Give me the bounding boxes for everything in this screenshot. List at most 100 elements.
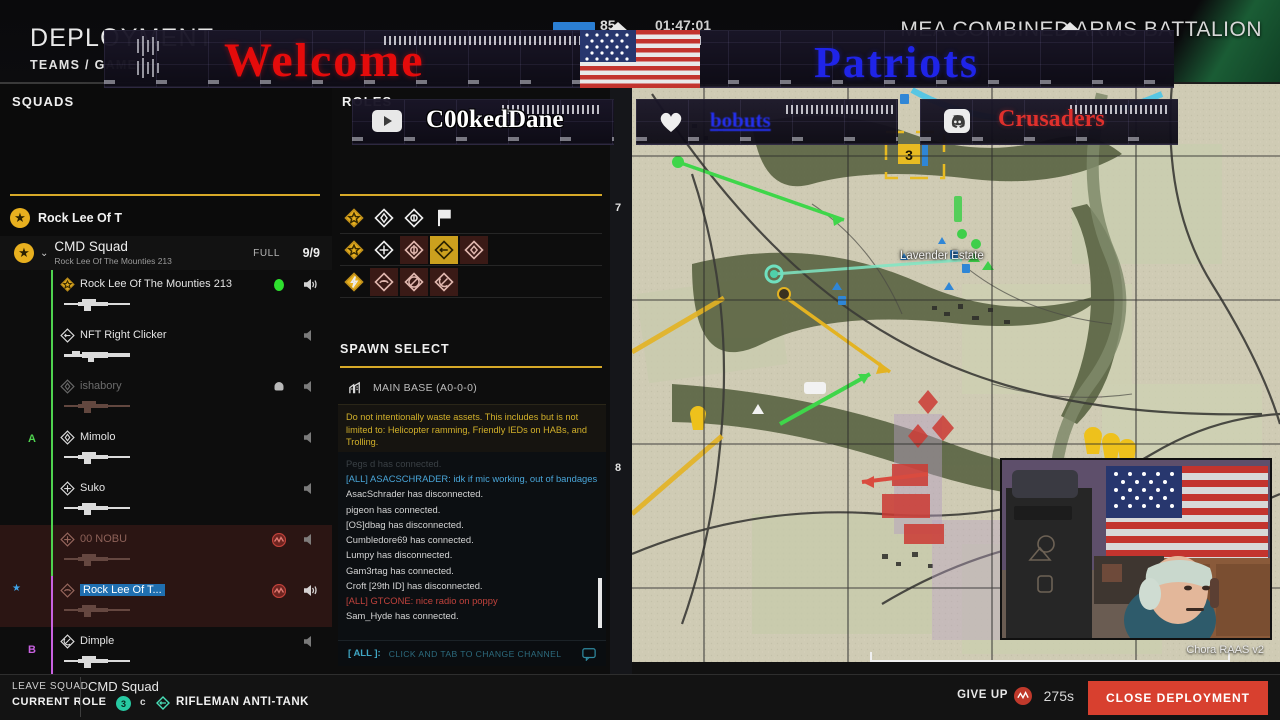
role-option-marksman[interactable] — [400, 235, 428, 264]
crewman-icon — [60, 583, 75, 598]
speaker-icon — [304, 534, 311, 545]
chat-bubble-icon[interactable] — [582, 647, 596, 661]
chat-scrollbar[interactable] — [598, 578, 602, 628]
squad-group-accent — [51, 474, 53, 525]
map-grid-label-8: 8 — [615, 462, 622, 474]
deployment-screen: DEPLOYMENT TEAMS / GAME MEA COMBINED ARM… — [0, 0, 1280, 720]
no-entry-icon — [404, 271, 424, 292]
speaker-active-icon — [304, 279, 317, 290]
launcher-silhouette — [64, 351, 130, 362]
role-option-grenadier[interactable] — [430, 267, 458, 296]
overlay-follow-banner: bobuts — [636, 99, 898, 145]
overlay-follow-name: bobuts — [710, 108, 771, 132]
map-grid-label-7: 7 — [615, 202, 622, 214]
webcam-image — [1002, 460, 1270, 638]
chat-message: [OS]dbag has disconnected. — [346, 518, 464, 530]
chat-message: Gam3rtag has connected. — [346, 564, 454, 576]
role-row — [340, 202, 602, 234]
chat-message: Cumbledore69 has connected. — [346, 534, 474, 546]
rifle-silhouette — [64, 452, 130, 464]
squad-member-row[interactable]: Rock Lee Of T... ★ — [0, 576, 332, 627]
role-option-flag[interactable] — [430, 204, 458, 232]
squad-member-row[interactable]: 00 NOBU — [0, 525, 332, 576]
squad-group-accent — [51, 627, 53, 678]
map-scale-bar — [870, 652, 1230, 662]
medic-icon — [374, 239, 394, 260]
rifle-silhouette — [64, 503, 130, 515]
role-grid — [340, 202, 602, 298]
squad-name: CMD Squad — [54, 239, 128, 255]
role-row — [340, 234, 602, 266]
squad-member-row[interactable]: Dimple — [0, 627, 332, 678]
squad-leader-alt-icon — [344, 239, 364, 260]
rifleman-anti-tank-icon — [434, 239, 454, 260]
squad-group-accent — [51, 270, 53, 321]
my-player-row[interactable]: ★ Rock Lee Of T — [10, 204, 322, 232]
role-option-rifleman-anti-tank[interactable] — [430, 235, 458, 264]
leave-squad-button[interactable]: LEAVE SQUAD — [12, 681, 88, 692]
current-role-name: RIFLEMAN ANTI-TANK — [176, 696, 309, 708]
rifleman-scout-icon — [404, 207, 424, 228]
chat-message: Sam_Hyde has connected. — [346, 610, 459, 622]
squad-member-row[interactable]: Rock Lee Of The Mounties 213 — [0, 270, 332, 321]
anti-tank-icon — [60, 328, 75, 343]
squad-member-row[interactable]: ishabory — [0, 372, 332, 423]
rifle-silhouette — [64, 401, 130, 413]
chat-message: AsacSchrader has disconnected. — [346, 488, 484, 500]
chevron-down-icon[interactable]: ⌄ — [40, 248, 48, 259]
spawn-option[interactable]: MAIN BASE (A0-0-0) — [340, 374, 602, 402]
overlay-us-flag — [580, 30, 700, 88]
role-option-automatic-rifleman[interactable] — [460, 235, 488, 264]
dead-marker-icon — [272, 533, 286, 547]
role-option-no-entry[interactable] — [400, 267, 428, 296]
spawn-divider — [340, 366, 602, 368]
youtube-icon — [372, 110, 402, 132]
give-up-icon[interactable] — [1014, 687, 1032, 705]
bottom-action-bar: LEAVE SQUAD CURRENT ROLE CMD Squad 3 c R… — [0, 674, 1280, 720]
marksman-icon — [404, 239, 424, 260]
squad-group-accent — [51, 321, 53, 372]
squad-header-row[interactable]: ★ ⌄ CMD Squad Rock Lee Of The Mounties 2… — [0, 236, 332, 270]
role-option-squad-leader[interactable] — [340, 204, 368, 232]
bottom-divider — [80, 677, 81, 717]
overlay-patriots-text: Patriots — [814, 38, 980, 87]
squad-member-row[interactable]: Mimolo — [0, 423, 332, 474]
chat-log[interactable]: Pegs d has connected. [ALL] ASACSCHRADER:… — [338, 452, 606, 642]
squad-member-row[interactable]: NFT Right Clicker — [0, 321, 332, 372]
speaker-icon — [304, 432, 311, 443]
give-up-label[interactable]: GIVE UP — [957, 689, 1008, 701]
heart-icon — [660, 112, 682, 132]
chat-message: [ALL] ASACSCHRADER: idk if mic working, … — [346, 473, 598, 485]
grenadier-icon — [60, 634, 75, 649]
role-option-crewman[interactable] — [370, 267, 398, 296]
respawn-timer: 275s — [1043, 688, 1074, 704]
squad-leader-icon — [60, 277, 75, 292]
role-option-medic[interactable] — [370, 236, 398, 264]
squads-heading: SQUADS — [12, 94, 75, 109]
chat-input-bar[interactable]: [ ALL ]: CLICK AND TAB TO CHANGE CHANNEL — [338, 640, 606, 666]
chat-message: Croft [29th ID] has disconnected. — [346, 579, 483, 591]
squad-group-accent — [51, 372, 53, 423]
role-option-lightning[interactable] — [340, 268, 368, 296]
squad-member-row[interactable]: Suko — [0, 474, 332, 525]
current-squad-name: CMD Squad — [88, 679, 159, 694]
squads-divider — [10, 194, 320, 196]
medic-icon — [60, 481, 75, 496]
overlay-welcome-text: Welcome — [224, 34, 425, 87]
spawn-option-label: MAIN BASE (A0-0-0) — [373, 382, 478, 394]
chat-message: Lumpy has disconnected. — [346, 549, 453, 561]
speaker-icon — [304, 636, 311, 647]
role-option-rifleman[interactable] — [370, 204, 398, 232]
squad-member-name: ishabory — [80, 380, 122, 392]
squad-full-label: FULL — [253, 247, 280, 259]
squad-member-name: Mimolo — [80, 431, 116, 443]
close-deployment-button[interactable]: CLOSE DEPLOYMENT — [1088, 681, 1268, 715]
role-index-badge: 3 — [116, 696, 131, 711]
role-option-squad-leader-alt[interactable] — [340, 236, 368, 264]
role-option-rifleman-scout[interactable] — [400, 204, 428, 232]
group-letter-b: B — [28, 644, 36, 656]
my-player-name: Rock Lee Of T — [38, 211, 123, 225]
speaker-icon — [304, 483, 311, 494]
speaker-icon — [304, 381, 311, 392]
automatic-rifleman-icon — [464, 239, 484, 260]
